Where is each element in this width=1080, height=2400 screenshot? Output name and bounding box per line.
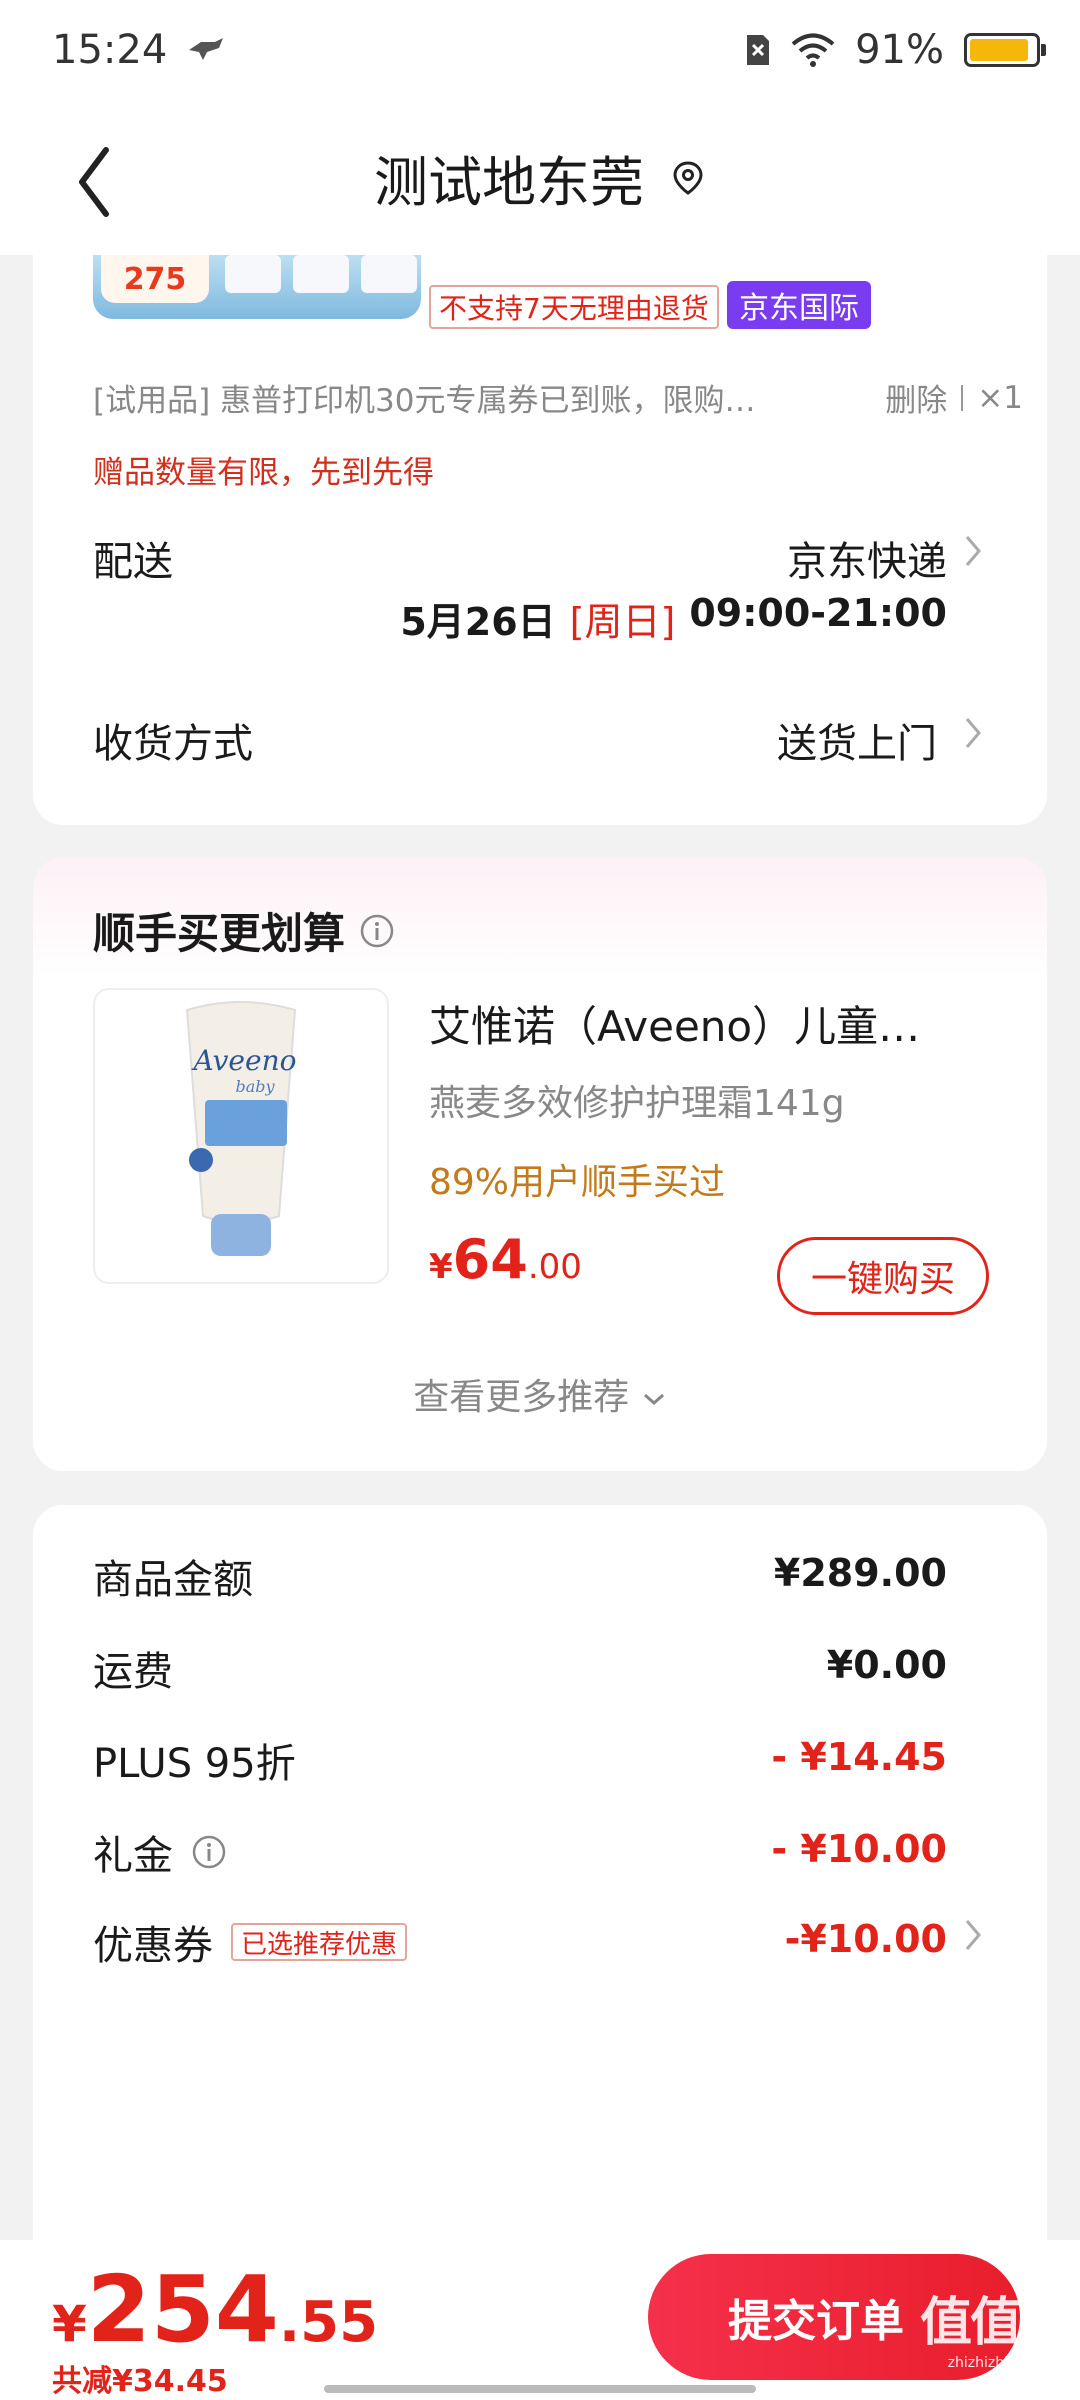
delivery-label: 配送 — [93, 539, 173, 585]
battery-icon — [964, 33, 1046, 67]
total-decimal: .55 — [278, 2290, 379, 2355]
page-title-text: 测试地东莞 — [374, 151, 644, 214]
more-recommendations-text: 查看更多推荐 — [413, 1377, 630, 1418]
delivery-time[interactable]: 5月26日 [周日] 09:00-21:00 — [400, 591, 947, 646]
recommend-image-sub: baby — [235, 1077, 275, 1096]
chevron-right-icon[interactable] — [961, 713, 985, 753]
summary-label: 礼金 — [93, 1833, 173, 1879]
gift-money-value: - ¥10.00 — [771, 1827, 947, 1871]
back-icon[interactable] — [66, 142, 126, 222]
order-item-card: 275 不支持7天无理由退货 京东国际 [试用品] 惠普打印机30元专属券已到账… — [33, 255, 1047, 825]
home-indicator[interactable] — [324, 2385, 756, 2393]
status-bar: 15:24 91% — [0, 0, 1080, 100]
thumbnail-product-box — [225, 255, 281, 293]
watermark-site: zhizhizhi.com — [947, 2355, 1043, 2371]
info-icon[interactable] — [359, 913, 395, 949]
coupon-recommend-tag: 已选推荐优惠 — [231, 1923, 408, 1961]
recommend-card: 顺手买更划算 Aveeno baby 艾惟诺（Aveeno）儿童… 燕麦多效修护… — [33, 858, 1047, 1471]
more-recommendations-link[interactable]: 查看更多推荐 — [33, 1368, 1047, 1420]
total-currency: ¥ — [52, 2295, 87, 2353]
thumbnail-product-box — [361, 255, 417, 293]
gift-limit-note: 赠品数量有限，先到先得 — [93, 455, 434, 491]
info-icon[interactable] — [191, 1834, 227, 1870]
gift-money-label: 礼金 — [93, 1823, 227, 1881]
trial-quantity: ×1 — [977, 379, 1023, 416]
watermark-logo: 值值值 zhizhizhi.com — [920, 2280, 1072, 2371]
recommend-product-image[interactable]: Aveeno baby — [93, 988, 389, 1284]
chevron-down-icon — [643, 1393, 664, 1406]
recommend-product-name[interactable]: 艾惟诺（Aveeno）儿童… — [429, 993, 989, 1054]
chevron-right-icon[interactable] — [961, 531, 985, 571]
total-price: ¥ 254 .55 — [52, 2256, 378, 2363]
delivery-time-window: 09:00-21:00 — [689, 591, 947, 635]
summary-label: 商品金额 — [93, 1557, 253, 1603]
goods-amount-label: 商品金额 — [93, 1547, 253, 1605]
recommend-bought-stat: 89%用户顺手买过 — [429, 1162, 726, 1203]
plus-discount-label: PLUS 95折 — [93, 1731, 296, 1789]
shipping-fee-value: ¥0.00 — [826, 1643, 947, 1687]
thumbnail-product-box — [293, 255, 349, 293]
checkout-bar: ¥ 254 .55 共减¥34.45 提交订单 值值值 zhizhizhi.co… — [0, 2240, 1080, 2400]
nav-bar: 测试地东莞 — [0, 100, 1080, 255]
recommend-product-subtitle: 燕麦多效修护护理霜141g — [429, 1083, 845, 1124]
delivery-weekday: [周日] — [569, 600, 676, 644]
battery-percent: 91% — [855, 27, 944, 73]
page-title[interactable]: 测试地东莞 — [374, 138, 706, 217]
trial-item-text: [试用品] 惠普打印机30元专属券已到账，限购… — [93, 383, 756, 419]
goods-amount-value: ¥289.00 — [773, 1551, 947, 1595]
price-currency: ¥ — [429, 1247, 453, 1287]
trial-item-row: [试用品] 惠普打印机30元专属券已到账，限购… 删除 ×1 — [93, 375, 1023, 420]
location-pin-icon — [673, 160, 703, 195]
delete-button[interactable]: 删除 — [885, 375, 947, 420]
lotion-tube-illustration: Aveeno baby — [185, 1001, 297, 1256]
notification-icon — [189, 38, 224, 60]
plus-discount-value: - ¥14.45 — [771, 1735, 947, 1779]
summary-label: 优惠券 — [93, 1923, 213, 1969]
recommend-image-brand: Aveeno — [191, 1044, 297, 1077]
recommend-price: ¥ 64 .00 — [429, 1228, 582, 1291]
watermark-text: 值值值 — [920, 2293, 1072, 2353]
no-return-tag: 不支持7天无理由退货 — [429, 285, 719, 329]
delivery-date: 5月26日 — [400, 600, 556, 644]
shipping-fee-label: 运费 — [93, 1639, 173, 1697]
summary-label: 运费 — [93, 1649, 173, 1695]
divider — [961, 384, 964, 411]
price-summary-card: 商品金额 ¥289.00 运费 ¥0.00 PLUS 95折 - ¥14.45 … — [33, 1505, 1047, 2265]
thumbnail-price-badge: 275 — [101, 255, 209, 303]
one-click-buy-button[interactable]: 一键购买 — [777, 1237, 989, 1315]
price-integer: 64 — [452, 1228, 528, 1291]
sim-icon — [747, 35, 770, 65]
submit-order-label: 提交订单 — [728, 2296, 904, 2347]
product-thumbnail[interactable]: 275 — [93, 255, 421, 319]
total-saved: 共减¥34.45 — [52, 2364, 228, 2399]
chevron-right-icon[interactable] — [961, 1915, 985, 1955]
wifi-icon — [791, 33, 835, 67]
receive-method-label: 收货方式 — [93, 721, 253, 767]
recommend-title-text: 顺手买更划算 — [93, 909, 346, 958]
battery-level — [970, 39, 1029, 61]
delivery-method[interactable]: 京东快递 — [787, 529, 947, 587]
jd-international-tag: 京东国际 — [727, 281, 871, 329]
recommend-title: 顺手买更划算 — [93, 900, 395, 961]
summary-label: PLUS 95折 — [93, 1741, 296, 1787]
receive-method-value[interactable]: 送货上门 — [777, 711, 937, 769]
coupon-value[interactable]: -¥10.00 — [785, 1917, 947, 1961]
total-integer: 254 — [86, 2256, 279, 2363]
status-time: 15:24 — [52, 27, 168, 73]
price-decimal: .00 — [527, 1247, 582, 1287]
coupon-label[interactable]: 优惠券 已选推荐优惠 — [93, 1913, 408, 1971]
